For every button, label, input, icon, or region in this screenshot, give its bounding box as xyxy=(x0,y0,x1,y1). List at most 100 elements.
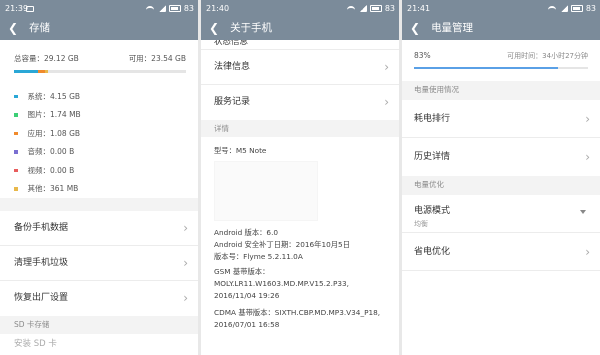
battery-icon xyxy=(570,5,583,12)
storage-usage-bar xyxy=(14,70,186,73)
dropdown-arrow-icon xyxy=(580,210,586,214)
status-right: 83 xyxy=(144,0,194,17)
chevron-right-icon: › xyxy=(585,112,590,126)
legend-label: 图片：1.74 MB xyxy=(27,110,81,120)
wifi-icon xyxy=(547,5,556,12)
power-mode-title: 电源模式 xyxy=(414,206,451,216)
page-title: 电量管理 xyxy=(431,22,474,34)
legend-item: 系统：4.15 GB xyxy=(14,87,186,106)
back-icon[interactable]: ❮ xyxy=(209,17,219,40)
legend-item: 音频：0.00 B xyxy=(14,143,186,162)
storage-screen: 21:39 83 ❮ 存储 总容量：29.12 GB 可用：23.54 GB 系统… xyxy=(0,0,198,355)
battery-icon xyxy=(168,5,181,12)
title-bar: ❮ 关于手机 xyxy=(201,17,399,40)
gsm-date: 2016/11/04 19:26 xyxy=(214,291,280,300)
signal-icon xyxy=(359,5,367,12)
menu-label: 历史详情 xyxy=(414,152,451,162)
legal-info-item[interactable]: 法律信息 › xyxy=(201,50,399,85)
android-version-text: Android 版本：6.0 xyxy=(214,228,279,237)
available-time: 可用时间：34小时27分钟 xyxy=(507,52,588,60)
status-bar: 21:41 83 xyxy=(402,0,600,17)
usage-segment-apps xyxy=(38,70,45,73)
chevron-right-icon: › xyxy=(183,291,188,305)
power-mode-select[interactable]: 电源模式 均衡 xyxy=(402,195,600,233)
storage-legend: 系统：4.15 GB 图片：1.74 MB 应用：1.08 GB 音频：0.00 B 视… xyxy=(14,87,186,198)
page-title: 关于手机 xyxy=(230,22,273,34)
divider xyxy=(0,198,198,211)
about-phone-screen: 21:40 83 ❮ 关于手机 状态信息 法律信息 › 服务记录 › 详情 型号：M5… xyxy=(201,0,399,355)
wifi-icon xyxy=(145,5,154,12)
menu-label: 服务记录 xyxy=(214,97,251,107)
battery-summary: 83% 可用时间：34小时27分钟 xyxy=(402,40,600,69)
battery-level: 83 xyxy=(183,4,194,13)
legend-label: 其他：361 MB xyxy=(27,184,79,194)
legend-item: 应用：1.08 GB xyxy=(14,124,186,143)
status-time: 21:41 xyxy=(407,4,431,13)
factory-reset-item[interactable]: 恢复出厂设置 › xyxy=(0,281,198,316)
legend-color-icon xyxy=(14,187,18,191)
optimization-section-header: 电量优化 xyxy=(402,176,600,195)
legend-label: 系统：4.15 GB xyxy=(27,91,81,101)
gsm-label: GSM 基带版本： xyxy=(214,267,270,276)
power-saving-item[interactable]: 省电优化 › xyxy=(402,233,600,271)
backup-data-item[interactable]: 备份手机数据 › xyxy=(0,211,198,246)
gsm-value: MOLY.LR11.W1603.MD.MP.V15.2.P33, xyxy=(214,279,349,288)
menu-label: 恢复出厂设置 xyxy=(14,293,69,303)
legend-color-icon xyxy=(14,150,18,154)
title-bar: ❮ 电量管理 xyxy=(402,17,600,40)
power-mode-value: 均衡 xyxy=(414,220,428,228)
message-icon xyxy=(26,5,34,12)
cdma-date: 2016/07/01 16:58 xyxy=(214,320,280,329)
battery-level-bar xyxy=(414,67,588,69)
usage-segment-system xyxy=(14,70,39,73)
details-section-header: 详情 xyxy=(201,120,399,137)
battery-level: 83 xyxy=(585,4,596,13)
notification-icons xyxy=(24,0,34,17)
legend-color-icon xyxy=(14,113,18,117)
menu-label: 耗电排行 xyxy=(414,114,451,124)
wifi-icon xyxy=(346,5,355,12)
menu-label: 清理手机垃圾 xyxy=(14,258,69,268)
legend-item: 其他：361 MB xyxy=(14,180,186,199)
chevron-right-icon: › xyxy=(585,150,590,164)
signal-icon xyxy=(560,5,568,12)
power-ranking-item[interactable]: 耗电排行 › xyxy=(402,100,600,138)
install-sd-item[interactable]: 安装 SD 卡 xyxy=(0,334,198,354)
clean-junk-item[interactable]: 清理手机垃圾 › xyxy=(0,246,198,281)
battery-icon xyxy=(369,5,382,12)
back-icon[interactable]: ❮ xyxy=(410,17,420,40)
legend-item: 图片：1.74 MB xyxy=(14,106,186,125)
chevron-right-icon: › xyxy=(183,256,188,270)
model-text: 型号：M5 Note xyxy=(214,146,267,155)
legend-item: 视频：0.00 B xyxy=(14,161,186,180)
page-title: 存储 xyxy=(29,22,51,34)
menu-label: 备份手机数据 xyxy=(14,223,69,233)
status-right: 83 xyxy=(345,0,395,17)
title-bar: ❮ 存储 xyxy=(0,17,198,40)
status-bar: 21:39 83 xyxy=(0,0,198,17)
legend-label: 音频：0.00 B xyxy=(27,147,75,157)
status-info-item[interactable]: 状态信息 xyxy=(201,40,399,50)
history-details-item[interactable]: 历史详情 › xyxy=(402,138,600,176)
service-records-item[interactable]: 服务记录 › xyxy=(201,85,399,120)
menu-label: 省电优化 xyxy=(414,247,451,257)
battery-level: 83 xyxy=(384,4,395,13)
legend-color-icon xyxy=(14,168,18,172)
available-capacity: 可用：23.54 GB xyxy=(128,54,186,63)
back-icon[interactable]: ❮ xyxy=(8,17,18,40)
status-right: 83 xyxy=(546,0,596,17)
build-version-text: 版本号：Flyme 5.2.11.0A xyxy=(214,252,303,261)
status-time: 21:40 xyxy=(206,4,230,13)
device-details: 型号：M5 Note Android 版本：6.0 Android 安全补丁日期… xyxy=(201,137,399,331)
battery-percent: 83% xyxy=(414,51,431,60)
chevron-right-icon: › xyxy=(585,245,590,259)
battery-management-screen: 21:41 83 ❮ 电量管理 83% 可用时间：34小时27分钟 电量使用情况 … xyxy=(402,0,600,355)
total-capacity: 总容量：29.12 GB xyxy=(14,54,79,63)
legend-color-icon xyxy=(14,131,18,135)
status-bar: 21:40 83 xyxy=(201,0,399,17)
device-image-placeholder xyxy=(214,161,318,221)
usage-segment-other xyxy=(44,70,49,73)
battery-level-fill xyxy=(414,67,559,69)
security-patch-text: Android 安全补丁日期：2016年10月5日 xyxy=(214,240,350,249)
storage-summary: 总容量：29.12 GB 可用：23.54 GB 系统：4.15 GB 图片：1.… xyxy=(0,40,198,198)
